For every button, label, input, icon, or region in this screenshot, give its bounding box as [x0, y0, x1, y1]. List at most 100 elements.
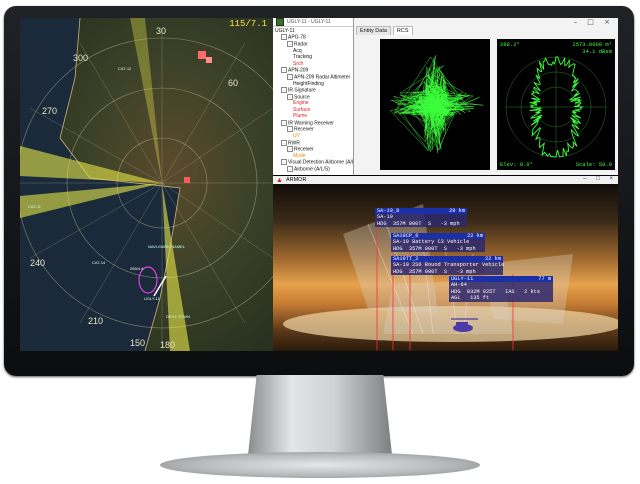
- rcs-3d-plot[interactable]: [380, 39, 490, 170]
- compass-label: 300: [73, 53, 89, 63]
- armor-icon: ▲: [276, 176, 283, 184]
- tree-titlebar: UGLY-11 - UGLY-11: [273, 18, 353, 27]
- tree-item-label: HeightFinding: [293, 80, 324, 87]
- tree-item-label: Airborne (A/L/S): [294, 166, 330, 173]
- monitor-stand-neck: [248, 375, 392, 455]
- window-controls[interactable]: – □ ×: [574, 18, 614, 26]
- compass-label: 210: [88, 316, 104, 326]
- tree-item-label: APG-78: [288, 34, 306, 41]
- tag-row: SA-19 2S6 Round Transporter Vehicle: [391, 262, 505, 269]
- tree-item[interactable]: - Receiver: [275, 126, 353, 133]
- tree-item[interactable]: - APN-209: [275, 67, 353, 74]
- rcs-azimuth: 288.2°: [500, 41, 520, 48]
- rcs-value-dbsm: 34.1 dBsm: [582, 48, 612, 55]
- compass-label: 150: [130, 338, 146, 348]
- rcs-polar-plot[interactable]: 288.2° 2573.0000 m² 34.1 dBsm Elev: 0.0°…: [497, 39, 615, 170]
- tree-item[interactable]: - RWR: [275, 139, 353, 147]
- tree-item-label: APN-209 Radar Altimeter: [294, 74, 351, 81]
- entity-tree-panel: UGLY-11 - UGLY-11 UGLY-11- APG-78- Radar Ac…: [273, 18, 354, 175]
- tree-item-label: Receiver: [294, 146, 314, 153]
- tactical-map[interactable]: 115/7.1 30 60 300 270 240 210 180 150 CA…: [20, 18, 273, 351]
- monitor-screen: 115/7.1 30 60 300 270 240 210 180 150 CA…: [20, 18, 618, 351]
- expand-toggle-icon[interactable]: -: [281, 159, 287, 166]
- expand-toggle-icon[interactable]: -: [281, 139, 287, 146]
- compass-label: 60: [228, 78, 239, 88]
- armor-window-controls[interactable]: – □ ×: [583, 176, 617, 182]
- map-place-label: NAVI-MARK-NAMEL: [148, 244, 186, 249]
- expand-toggle-icon[interactable]: -: [287, 166, 293, 173]
- entity-tree: UGLY-11- APG-78- Radar Acq Tracking Srch - APN-…: [273, 27, 353, 173]
- tree-item-label: RWR: [288, 139, 300, 146]
- tree-item-label: APN-209: [288, 67, 309, 74]
- map-place-label: DEVT-TOWN: [166, 314, 190, 319]
- tag-row: HDG 357M 000T S -3 mph: [391, 268, 503, 276]
- expand-toggle-icon[interactable]: -: [287, 73, 293, 80]
- entity-tag-sa-19-8[interactable]: SA-19_8 29 km SA-19 HDG 357M 000T S -3 mp…: [375, 208, 467, 228]
- compass-label: 180: [160, 340, 176, 350]
- tree-item[interactable]: - IR Warning Receiver: [275, 119, 353, 127]
- expand-toggle-icon[interactable]: -: [287, 146, 293, 153]
- tab-rcs[interactable]: RCS: [392, 26, 413, 35]
- tree-item[interactable]: - Airborne (A/L/S): [275, 166, 353, 173]
- tree-item-label: Source: [294, 94, 310, 101]
- tree-item-label: IR Signature: [288, 87, 316, 94]
- tag-row: HDG 357M 000T S -3 mph: [391, 245, 485, 253]
- map-place-label: CAT-14: [92, 260, 106, 265]
- rcs-3d-trace: [389, 55, 484, 154]
- tree-item[interactable]: - APN-209 Radar Altimeter: [275, 73, 353, 81]
- tree-item[interactable]: - Visual Detection Airborne (A/L/S): [275, 159, 353, 166]
- tree-item-label: Visual Detection Airborne (A/L/S): [288, 159, 354, 166]
- map-place-label: 265/4.4: [130, 266, 144, 271]
- armor-title: ARMOR: [285, 177, 307, 183]
- map-place-label: UGLY-11: [144, 296, 160, 301]
- expand-toggle-icon[interactable]: -: [287, 41, 293, 48]
- tag-range: 77 m: [538, 276, 551, 282]
- map-status-readout: 115/7.1: [229, 19, 267, 29]
- map-place-label: CAT-12: [118, 66, 132, 71]
- tab-entity-data[interactable]: Entity Data: [356, 26, 391, 35]
- window-title: UGLY-11 - UGLY-11: [287, 19, 331, 25]
- tree-item[interactable]: - IR Signature: [275, 86, 353, 94]
- rcs-elevation: Elev: 0.0°: [500, 161, 534, 168]
- tree-item[interactable]: - Receiver: [275, 146, 353, 153]
- map-place-label: CAT-11: [28, 204, 41, 209]
- armor-3d-view[interactable]: SA-19_8 29 km SA-19 HDG 357M 000T S -3 mp…: [273, 184, 618, 351]
- rcs-value-m2: 2573.0000 m²: [572, 41, 612, 48]
- tab-bar: Entity Data RCS: [354, 26, 413, 35]
- tree-item[interactable]: - Radar: [275, 41, 353, 48]
- tree-item-label: Radar: [294, 41, 308, 48]
- rcs-3d-graphic: [389, 55, 484, 154]
- tree-item-label: Srch: [293, 60, 304, 67]
- rcs-scale: Scale: 50.0: [575, 161, 612, 168]
- tree-item-label: Plume: [293, 113, 308, 120]
- tree-item-label: Receiver: [294, 126, 314, 133]
- expand-toggle-icon[interactable]: -: [281, 86, 287, 93]
- tree-item[interactable]: - Source: [275, 93, 353, 101]
- tag-range: 29 km: [449, 208, 465, 214]
- tree-item-label: UV: [293, 133, 300, 140]
- entity-tag-ugly-11[interactable]: UGLY-11 77 m AH-64 HDG 032M 025T IAS 2 kt…: [449, 276, 553, 302]
- tree-item-label: Acq: [293, 47, 302, 54]
- tree-item-label: IR Warning Receiver: [288, 119, 334, 126]
- tree-item[interactable]: - APG-78: [275, 34, 353, 41]
- monitor-stand-base: [160, 452, 480, 478]
- expand-toggle-icon[interactable]: -: [281, 119, 287, 126]
- entity-tag-sa19cp-6[interactable]: SA19CP_6 22 km SA-19 Battery C3 Vehicle H…: [391, 233, 485, 253]
- rcs-polar-graphic: [505, 56, 607, 158]
- expand-toggle-icon[interactable]: -: [287, 93, 293, 100]
- tag-row: HDG 357M 000T S -3 mph: [375, 220, 467, 228]
- tree-item-label: Engine: [293, 100, 309, 107]
- tree-item-label: UGLY-11: [275, 28, 295, 34]
- map-graphics: [20, 18, 273, 351]
- expand-toggle-icon[interactable]: -: [287, 126, 293, 133]
- entity-tag-sa19tt-2[interactable]: SA19TT_2 22 km SA-19 2S6 Round Transporte…: [391, 256, 505, 276]
- tree-item-label: Tracking: [293, 54, 312, 61]
- app-icon: [276, 18, 284, 26]
- tag-row: AGL 135 ft: [449, 295, 553, 302]
- compass-label: 270: [42, 106, 58, 116]
- compass-label: 240: [30, 258, 46, 268]
- expand-toggle-icon[interactable]: -: [281, 34, 287, 41]
- tree-item-label: Mode: [293, 153, 306, 159]
- tag-range: 22 km: [467, 233, 483, 239]
- expand-toggle-icon[interactable]: -: [281, 67, 287, 74]
